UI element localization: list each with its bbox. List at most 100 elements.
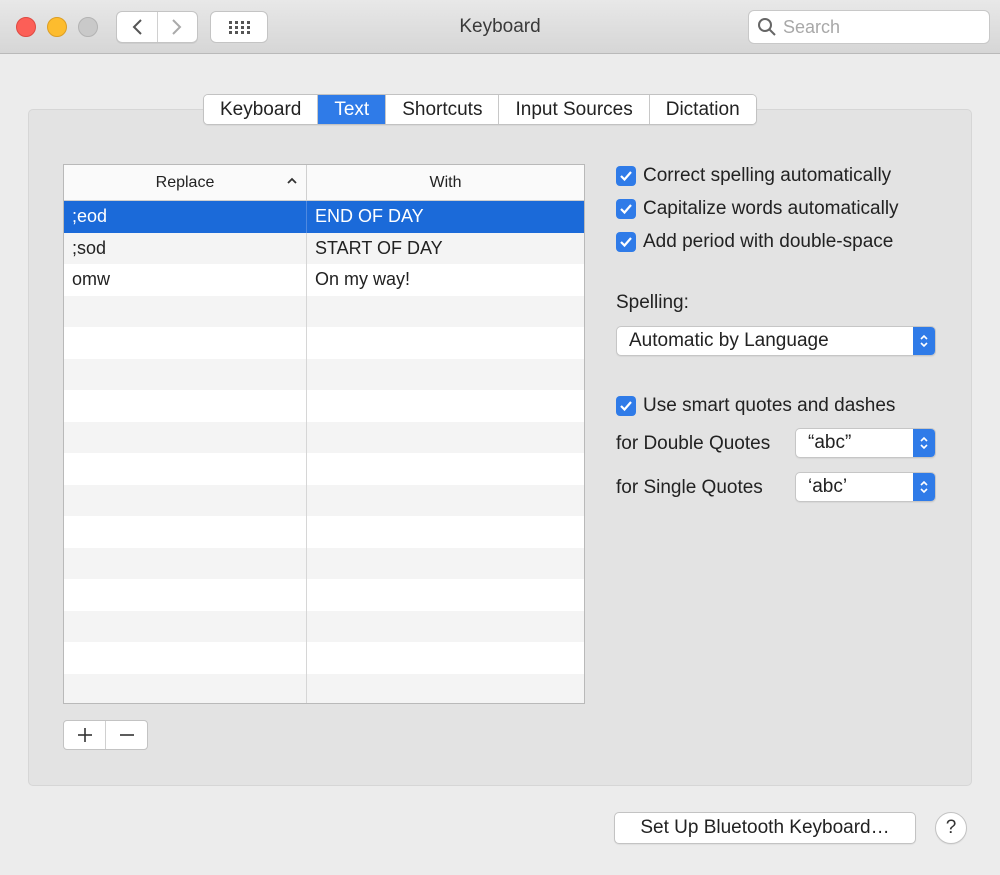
table-row[interactable]: ;eod END OF DAY	[64, 201, 584, 233]
empty-cell	[307, 359, 584, 391]
empty-row	[64, 327, 584, 359]
tab-shortcuts[interactable]: Shortcuts	[385, 95, 499, 124]
correct-spelling-option[interactable]: Correct spelling automatically	[616, 165, 891, 187]
forward-button[interactable]	[156, 12, 198, 42]
correct-spelling-checkbox[interactable]	[616, 166, 636, 186]
remove-replacement-button[interactable]	[105, 721, 147, 749]
empty-cell	[64, 327, 307, 359]
empty-cell	[64, 390, 307, 422]
add-period-option[interactable]: Add period with double-space	[616, 231, 893, 253]
search-field[interactable]	[748, 10, 990, 44]
empty-cell	[64, 579, 307, 611]
plus-icon	[77, 728, 92, 742]
column-header-replace[interactable]: Replace	[64, 165, 307, 200]
empty-row	[64, 453, 584, 485]
table-body: ;eod END OF DAY ;sod START OF DAY omw On…	[64, 201, 584, 703]
empty-cell	[64, 673, 307, 703]
tab-input-sources[interactable]: Input Sources	[498, 95, 649, 124]
spelling-popup-value: Automatic by Language	[629, 330, 829, 351]
empty-cell	[64, 358, 307, 390]
tab-keyboard[interactable]: Keyboard	[204, 95, 318, 124]
double-quotes-popup[interactable]: “abc”	[795, 428, 936, 458]
navigation-buttons	[116, 11, 198, 43]
tab-text[interactable]: Text	[317, 95, 386, 124]
checkmark-icon	[620, 401, 632, 412]
checkmark-icon	[620, 171, 632, 182]
search-input[interactable]	[783, 16, 983, 38]
empty-row	[64, 610, 584, 643]
smart-quotes-option[interactable]: Use smart quotes and dashes	[616, 395, 895, 417]
empty-cell	[307, 422, 584, 454]
search-icon	[758, 18, 776, 36]
spelling-label: Spelling:	[616, 292, 689, 313]
empty-cell	[64, 484, 307, 516]
empty-row	[64, 579, 584, 611]
column-header-replace-label: Replace	[155, 173, 215, 191]
popup-arrows-icon	[913, 327, 935, 355]
table-row[interactable]: omw On my way!	[64, 264, 584, 296]
table-header: Replace With	[64, 165, 584, 201]
table-cell-with: START OF DAY	[315, 237, 443, 258]
minimize-window-button[interactable]	[47, 17, 67, 37]
empty-cell	[307, 485, 584, 517]
empty-row	[64, 358, 584, 391]
empty-row	[64, 673, 584, 703]
chevron-right-icon	[172, 19, 182, 35]
empty-cell	[307, 453, 584, 485]
zoom-window-button[interactable]	[78, 17, 98, 37]
show-all-button[interactable]	[210, 11, 268, 43]
empty-cell	[64, 421, 307, 453]
empty-row	[64, 484, 584, 517]
table-cell-with: END OF DAY	[315, 206, 424, 227]
add-period-checkbox[interactable]	[616, 232, 636, 252]
table-row[interactable]: ;sod START OF DAY	[64, 232, 584, 264]
setup-bluetooth-keyboard-button[interactable]: Set Up Bluetooth Keyboard…	[614, 812, 916, 844]
empty-row	[64, 547, 584, 580]
sort-ascending-icon	[287, 177, 297, 184]
column-header-with[interactable]: With	[307, 165, 584, 200]
empty-cell	[64, 610, 307, 642]
smart-quotes-checkbox[interactable]	[616, 396, 636, 416]
empty-cell	[307, 579, 584, 611]
popup-arrows-icon	[913, 429, 935, 457]
single-quotes-popup[interactable]: ‘abc’	[795, 472, 936, 502]
column-header-with-label: With	[429, 173, 462, 191]
double-quotes-popup-value: “abc”	[808, 432, 852, 453]
title-bar: Keyboard	[0, 0, 1000, 54]
grid-icon	[229, 21, 250, 34]
empty-row	[64, 642, 584, 674]
chevron-left-icon	[132, 19, 142, 35]
empty-cell	[307, 516, 584, 548]
spelling-popup[interactable]: Automatic by Language	[616, 326, 936, 356]
empty-cell	[307, 327, 584, 359]
checkmark-icon	[620, 204, 632, 215]
correct-spelling-label: Correct spelling automatically	[643, 165, 892, 186]
empty-cell	[64, 547, 307, 579]
table-cell-replace: ;sod	[64, 232, 307, 264]
capitalize-words-option[interactable]: Capitalize words automatically	[616, 198, 899, 220]
checkmark-icon	[620, 237, 632, 248]
back-button[interactable]	[117, 12, 157, 42]
tab-bar: Keyboard Text Shortcuts Input Sources Di…	[203, 94, 757, 125]
capitalize-words-checkbox[interactable]	[616, 199, 636, 219]
close-window-button[interactable]	[16, 17, 36, 37]
empty-cell	[307, 548, 584, 580]
popup-arrows-icon	[913, 473, 935, 501]
single-quotes-label: for Single Quotes	[616, 477, 763, 498]
text-replacement-table: Replace With ;eod END OF DAY ;sod START …	[63, 164, 585, 704]
empty-row	[64, 390, 584, 422]
empty-cell	[307, 611, 584, 643]
add-remove-buttons	[63, 720, 148, 750]
minus-icon	[119, 734, 134, 736]
empty-cell	[307, 296, 584, 328]
empty-cell	[64, 642, 307, 674]
empty-row	[64, 421, 584, 454]
add-period-label: Add period with double-space	[643, 231, 894, 252]
help-button[interactable]: ?	[935, 812, 967, 844]
single-quotes-popup-value: ‘abc’	[808, 476, 848, 497]
double-quotes-label: for Double Quotes	[616, 433, 771, 454]
empty-cell	[64, 453, 307, 485]
add-replacement-button[interactable]	[64, 721, 105, 749]
empty-cell	[64, 516, 307, 548]
tab-dictation[interactable]: Dictation	[648, 95, 756, 124]
